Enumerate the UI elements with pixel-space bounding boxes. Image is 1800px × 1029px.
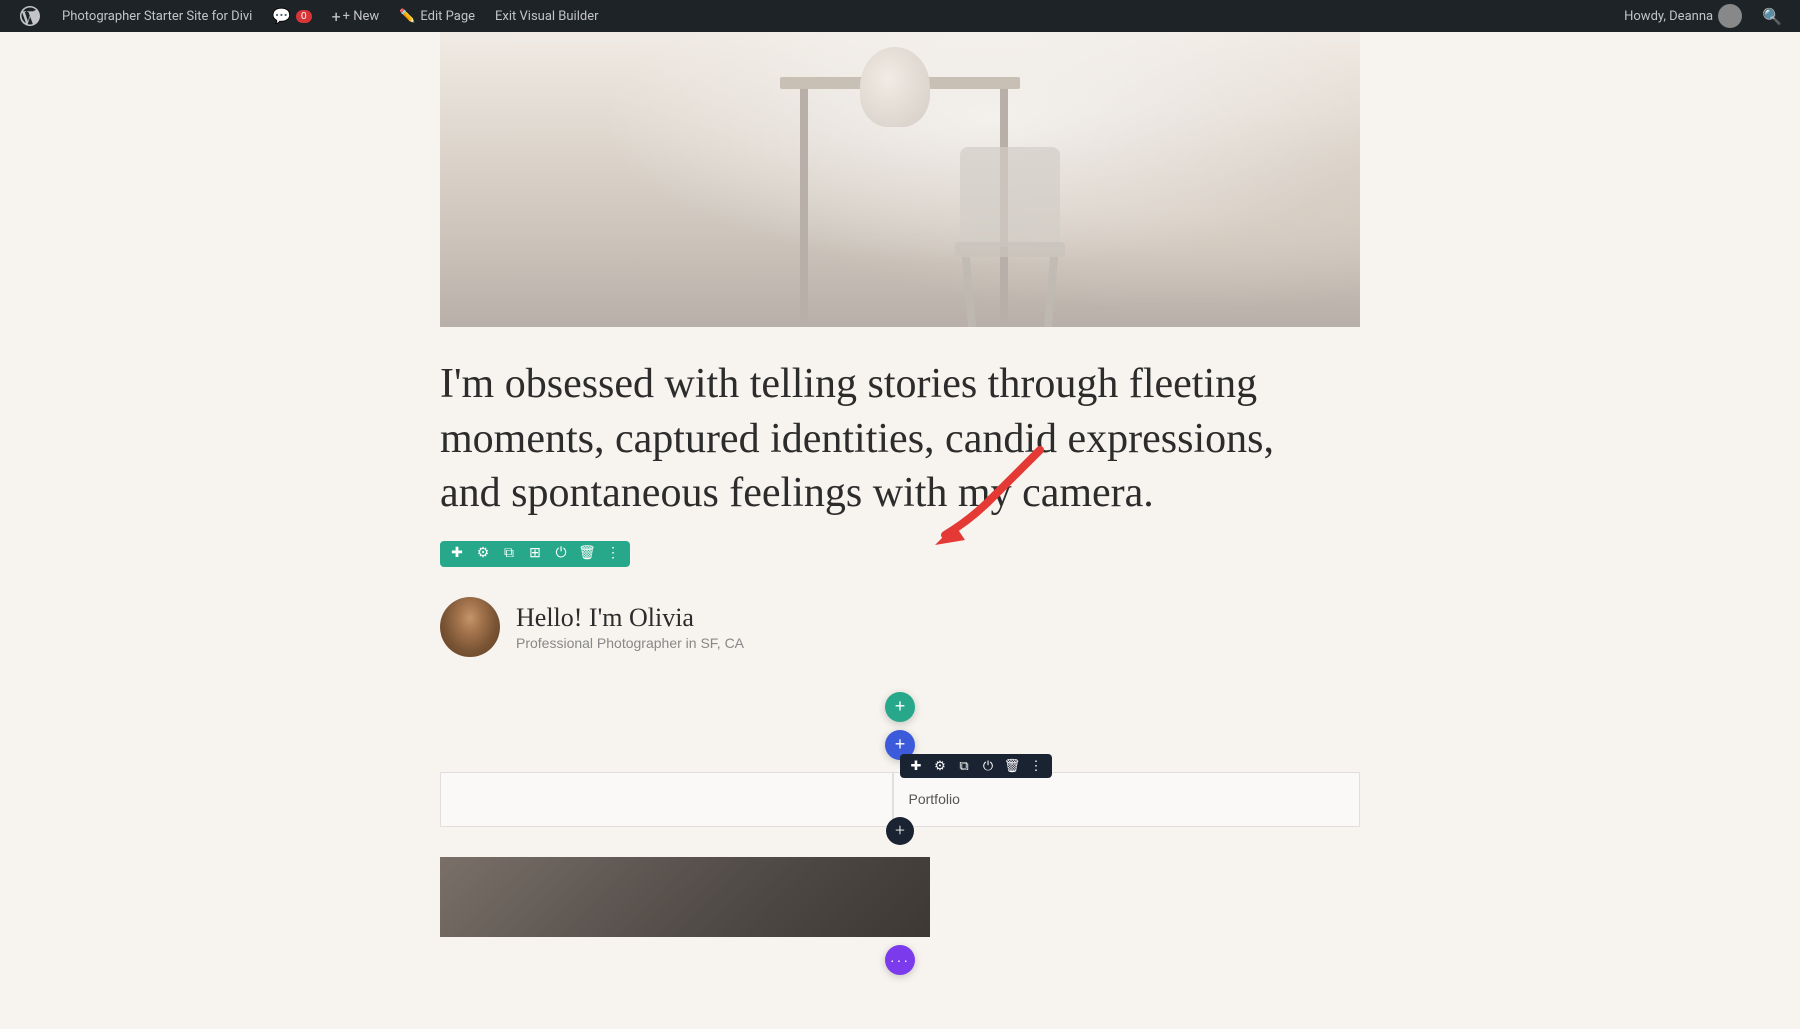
toolbar-columns-icon[interactable]: ⊞ [526, 545, 544, 563]
bottom-row [440, 857, 1360, 937]
howdy-item[interactable]: Howdy, Deanna [1614, 0, 1752, 32]
pencil-icon: ✏️ [399, 9, 415, 24]
howdy-text: Howdy, Deanna [1624, 9, 1713, 24]
dark-toolbar-more-icon[interactable]: ⋮ [1028, 758, 1044, 774]
add-below-button[interactable]: + [886, 817, 914, 845]
admin-bar-right: Howdy, Deanna 🔍 [1614, 0, 1792, 32]
chair-leg-2 [1044, 257, 1058, 327]
dark-toolbar-delete-icon[interactable]: 🗑 [1004, 758, 1020, 774]
more-options-area: ··· [440, 945, 1360, 975]
toolbar-toggle-icon[interactable]: ⏻ [552, 545, 570, 563]
admin-bar: Photographer Starter Site for Divi 💬 0 +… [0, 0, 1800, 32]
exit-vb-label: Exit Visual Builder [495, 9, 598, 24]
author-name: Hello! I'm Olivia [516, 603, 744, 633]
new-button[interactable]: + + New [322, 0, 390, 32]
main-quote: I'm obsessed with telling stories throug… [440, 357, 1310, 521]
hero-image [440, 32, 1360, 327]
text-section: I'm obsessed with telling stories throug… [440, 327, 1360, 677]
divi-dark-toolbar[interactable]: ✚ ⚙ ⧉ ⏻ 🗑 ⋮ [900, 754, 1052, 778]
hero-image-section [0, 32, 1800, 327]
bottom-section: ··· [440, 857, 1360, 975]
divi-module-toolbar[interactable]: ✚ ⚙ ⧉ ⊞ ⏻ 🗑 ⋮ [440, 541, 630, 567]
portfolio-row-container: ✚ ⚙ ⧉ ⏻ 🗑 ⋮ Portfolio + [440, 772, 1360, 827]
comments-bar-item[interactable]: 💬 0 [262, 0, 321, 32]
site-name-text: Photographer Starter Site for Divi [62, 9, 252, 24]
page-content: I'm obsessed with telling stories throug… [0, 32, 1800, 997]
author-avatar [440, 597, 500, 657]
hero-furniture [700, 47, 1100, 327]
chair [950, 147, 1070, 327]
chair-leg-1 [962, 257, 976, 327]
add-section-teal-button[interactable]: + [885, 692, 915, 722]
table-leg-left [800, 89, 808, 327]
hero-image-inner [440, 32, 1360, 327]
comment-count-badge: 0 [296, 10, 312, 23]
chair-back [960, 147, 1060, 247]
new-label: + New [343, 9, 380, 24]
author-avatar-image [440, 597, 500, 657]
plus-icon: + [332, 7, 341, 26]
author-info: Hello! I'm Olivia Professional Photograp… [516, 603, 744, 651]
edit-page-label: Edit Page [420, 9, 475, 24]
toolbar-add-icon[interactable]: ✚ [448, 545, 466, 563]
author-bio: Hello! I'm Olivia Professional Photograp… [440, 597, 1360, 657]
portfolio-text: Portfolio [909, 791, 960, 807]
chair-seat [955, 242, 1065, 257]
portfolio-right-cell: Portfolio [893, 772, 1361, 827]
toolbar-more-icon[interactable]: ⋮ [604, 545, 622, 563]
comment-bubble-icon: 💬 [272, 7, 291, 25]
dark-toolbar-toggle-icon[interactable]: ⏻ [980, 758, 996, 774]
bottom-image [440, 857, 930, 937]
vase [860, 47, 930, 127]
toolbar-copy-icon[interactable]: ⧉ [500, 545, 518, 563]
dark-toolbar-copy-icon[interactable]: ⧉ [956, 758, 972, 774]
exit-vb-button[interactable]: Exit Visual Builder [485, 0, 608, 32]
dark-toolbar-settings-icon[interactable]: ⚙ [932, 758, 948, 774]
mid-section: + + ✚ ⚙ ⧉ ⏻ 🗑 ⋮ Po [440, 692, 1360, 827]
more-options-button[interactable]: ··· [885, 945, 915, 975]
author-title: Professional Photographer in SF, CA [516, 635, 744, 651]
portfolio-left-cell [440, 772, 893, 827]
wp-logo[interactable] [8, 0, 52, 32]
toolbar-delete-icon[interactable]: 🗑 [578, 545, 596, 563]
dark-toolbar-add-icon[interactable]: ✚ [908, 758, 924, 774]
search-icon-admin[interactable]: 🔍 [1752, 0, 1792, 32]
site-name-bar[interactable]: Photographer Starter Site for Divi [52, 0, 262, 32]
toolbar-settings-icon[interactable]: ⚙ [474, 545, 492, 563]
user-avatar-small [1718, 4, 1742, 28]
edit-page-button[interactable]: ✏️ Edit Page [389, 0, 485, 32]
add-section-area: + [440, 692, 1360, 722]
